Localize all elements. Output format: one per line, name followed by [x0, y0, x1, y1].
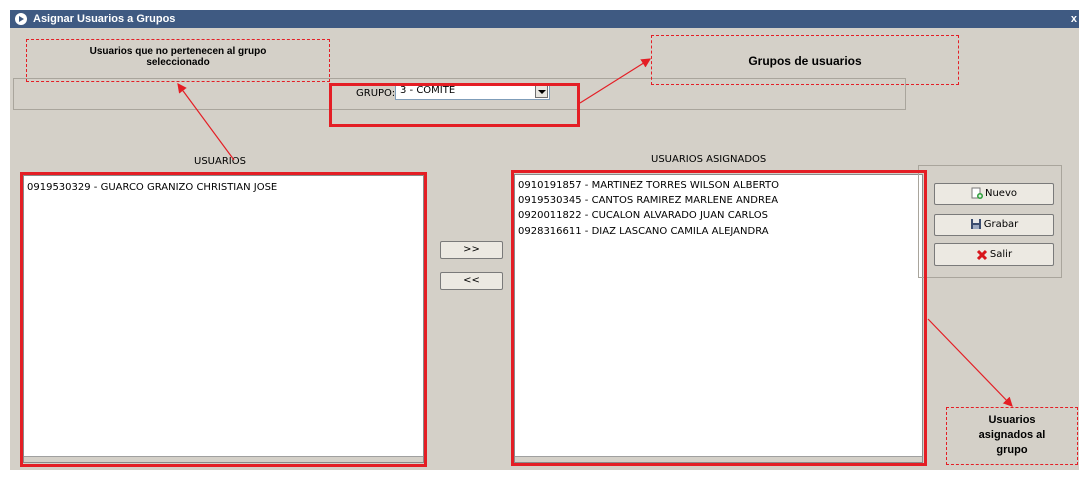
arrow-to-no-pertenecen — [177, 83, 235, 161]
arrow-to-asignados — [927, 318, 1013, 407]
annotation-arrows — [177, 58, 1013, 407]
arrow-to-grupos — [579, 58, 652, 104]
